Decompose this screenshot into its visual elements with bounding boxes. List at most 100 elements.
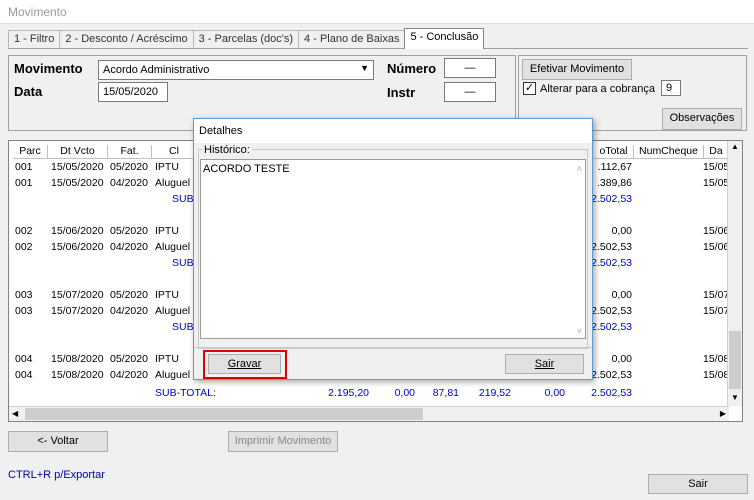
- tab-plano-baixas[interactable]: 4 - Plano de Baixas: [298, 30, 406, 49]
- grid-cell-cl: IPTU: [155, 161, 179, 173]
- grid-cell-fat: 04/2020: [110, 369, 148, 381]
- grid-cell-dt: 15/06/2020: [51, 225, 104, 237]
- numero-field[interactable]: —: [444, 58, 496, 78]
- detalhes-dialog: Detalhes Histórico: ACORDO TESTE ˄ ˅ Gra…: [193, 118, 593, 380]
- grid-cell-cl: IPTU: [155, 289, 179, 301]
- tab-parcelas[interactable]: 3 - Parcelas (doc's): [192, 30, 300, 49]
- scroll-left-icon[interactable]: ◀: [12, 409, 18, 418]
- alterar-label: Alterar para a cobrança: [540, 83, 655, 95]
- vertical-scrollbar[interactable]: ▲ ▼: [727, 141, 742, 406]
- subtotal-value: 2.195,20: [328, 387, 369, 399]
- grid-cell-dt: 15/06/2020: [51, 241, 104, 253]
- tab-divider: [8, 48, 748, 49]
- alterar-value-field[interactable]: 9: [661, 80, 681, 96]
- textarea-scroll-down-icon[interactable]: ˅: [577, 326, 582, 336]
- grid-cell-fat: 04/2020: [110, 305, 148, 317]
- grid-cell-fat: 05/2020: [110, 289, 148, 301]
- imprimir-movimento-button: Imprimir Movimento: [228, 431, 338, 452]
- textarea-scroll-up-icon[interactable]: ˄: [577, 164, 582, 174]
- grid-cell-cl: Aluguel: [155, 241, 191, 253]
- col-header-numcheque[interactable]: NumCheque: [634, 145, 704, 159]
- grid-cell-parc: 004: [15, 353, 33, 365]
- grid-cell-parc: 003: [15, 305, 33, 317]
- tab-strip: 1 - Filtro 2 - Desconto / Acréscimo 3 - …: [8, 28, 485, 49]
- grid-cell-da: 15/05: [703, 177, 730, 189]
- grid-cell-cl: Aluguel: [155, 177, 191, 189]
- grid-cell-fat: 04/2020: [110, 241, 148, 253]
- col-header-cl[interactable]: Cl: [152, 145, 197, 159]
- col-header-da[interactable]: Da: [704, 145, 729, 159]
- subtotal-label: SUB-TOTAL:: [155, 387, 216, 399]
- grid-cell-cl: IPTU: [155, 225, 179, 237]
- grid-cell-cl: Aluguel: [155, 305, 191, 317]
- grid-cell-fat: 05/2020: [110, 161, 148, 173]
- grid-cell-fat: 05/2020: [110, 225, 148, 237]
- grid-cell-da: 15/08: [703, 353, 730, 365]
- grid-cell-sub: SUB: [172, 321, 194, 333]
- historico-text: ACORDO TESTE: [203, 163, 290, 175]
- col-header-parc[interactable]: Parc: [13, 145, 48, 159]
- grid-cell-da: 15/07: [703, 305, 730, 317]
- grid-cell-sub: SUB: [172, 257, 194, 269]
- horizontal-scrollbar[interactable]: ◀ ▶: [9, 406, 729, 421]
- instr-label: Instr: [387, 85, 416, 100]
- historico-label: Histórico:: [202, 144, 252, 156]
- dialog-separator: [194, 347, 592, 348]
- subtotal-value: 87,81: [432, 387, 459, 399]
- grid-cell-da: 15/06: [703, 241, 730, 253]
- grid-cell-parc: 003: [15, 289, 33, 301]
- scroll-h-thumb[interactable]: [25, 408, 423, 420]
- col-header-dtvcto[interactable]: Dt Vcto: [48, 145, 108, 159]
- data-label: Data: [14, 84, 43, 99]
- window-title: Movimento: [0, 0, 754, 24]
- dialog-title: Detalhes: [194, 119, 592, 143]
- observacoes-button[interactable]: Observações: [662, 108, 742, 130]
- grid-cell-dt: 15/07/2020: [51, 289, 104, 301]
- grid-cell-cl: IPTU: [155, 353, 179, 365]
- grid-cell-da: 15/06: [703, 225, 730, 237]
- grid-cell-parc: 001: [15, 177, 33, 189]
- tab-filtro[interactable]: 1 - Filtro: [8, 30, 61, 49]
- chevron-down-icon: ▼: [360, 63, 369, 73]
- numero-label: Número: [387, 61, 437, 76]
- col-header-total[interactable]: oTotal: [594, 145, 634, 159]
- data-field[interactable]: 15/05/2020: [98, 82, 168, 102]
- alterar-checkbox[interactable]: ✓: [523, 82, 536, 95]
- grid-cell-da: 15/07: [703, 289, 730, 301]
- subtotal-value: 0,00: [544, 387, 565, 399]
- historico-textarea[interactable]: ACORDO TESTE ˄ ˅: [200, 159, 586, 339]
- grid-cell-parc: 001: [15, 161, 33, 173]
- efetivar-movimento-button[interactable]: Efetivar Movimento: [522, 59, 632, 80]
- gravar-button[interactable]: Gravar: [208, 354, 281, 374]
- scroll-thumb[interactable]: [729, 331, 741, 389]
- tab-conclusao[interactable]: 5 - Conclusão: [404, 28, 485, 49]
- grid-cell-dt: 15/05/2020: [51, 177, 104, 189]
- grid-cell-parc: 002: [15, 225, 33, 237]
- grid-cell-da: 15/08: [703, 369, 730, 381]
- grid-cell-dt: 15/08/2020: [51, 353, 104, 365]
- grid-cell-fat: 05/2020: [110, 353, 148, 365]
- grid-cell-dt: 15/05/2020: [51, 161, 104, 173]
- dialog-sair-button[interactable]: Sair: [505, 354, 584, 374]
- scroll-right-icon[interactable]: ▶: [720, 409, 726, 418]
- sair-button[interactable]: Sair: [648, 474, 748, 494]
- export-hint: CTRL+R p/Exportar: [8, 469, 105, 481]
- grid-cell-dt: 15/08/2020: [51, 369, 104, 381]
- voltar-button[interactable]: <- Voltar: [8, 431, 108, 452]
- grid-cell-da: 15/05: [703, 161, 730, 173]
- scroll-down-icon[interactable]: ▼: [731, 393, 739, 402]
- grid-cell-cl: Aluguel: [155, 369, 191, 381]
- subtotal-value: 2.502,53: [591, 387, 632, 399]
- movimento-select[interactable]: Acordo Administrativo ▼: [98, 60, 374, 80]
- grid-cell-sub: SUB: [172, 193, 194, 205]
- grid-cell-dt: 15/07/2020: [51, 305, 104, 317]
- col-header-fat[interactable]: Fat.: [108, 145, 152, 159]
- subtotal-value: 0,00: [394, 387, 415, 399]
- movimento-value: Acordo Administrativo: [103, 64, 210, 76]
- subtotal-value: 219,52: [478, 387, 511, 399]
- movimento-label: Movimento: [14, 61, 83, 76]
- tab-desconto[interactable]: 2 - Desconto / Acréscimo: [59, 30, 194, 49]
- grid-cell-parc: 004: [15, 369, 33, 381]
- instr-field[interactable]: —: [444, 82, 496, 102]
- scroll-up-icon[interactable]: ▲: [731, 142, 739, 151]
